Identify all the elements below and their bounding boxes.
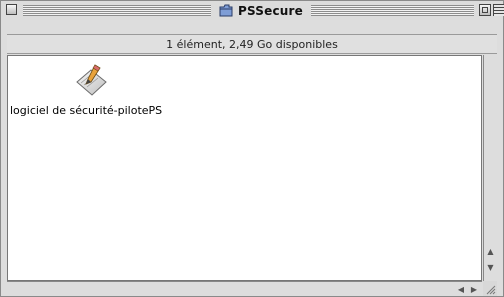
file-item-label: logiciel de sécurité-pilotePS	[10, 104, 163, 117]
horizontal-scrollbar[interactable]: ◀ ▶	[7, 281, 482, 296]
resize-grip-icon[interactable]	[483, 281, 497, 296]
content-area[interactable]: logiciel de sécurité-pilotePS	[7, 55, 482, 281]
close-box-icon[interactable]	[6, 4, 17, 15]
title-bar[interactable]: PSSecure	[1, 1, 504, 20]
installer-document-icon[interactable]	[73, 62, 109, 98]
title-bar-stripes-right	[311, 5, 474, 16]
scroll-left-arrow-icon[interactable]: ◀	[454, 282, 468, 296]
title-bar-stripes-left	[23, 5, 211, 16]
disk-info-text: 1 élément, 2,49 Go disponibles	[166, 37, 338, 51]
scroll-right-arrow-icon[interactable]: ▶	[467, 282, 481, 296]
finder-window: PSSecure 1 élément, 2,49 Go disponibles	[0, 0, 504, 297]
collapse-box-icon[interactable]	[493, 4, 504, 16]
file-item[interactable]: logiciel de sécurité-pilotePS	[10, 62, 185, 124]
vertical-scrollbar[interactable]: ▲ ▼	[483, 55, 497, 281]
folder-icon	[219, 4, 233, 17]
window-info-bar: 1 élément, 2,49 Go disponibles	[7, 34, 497, 54]
window-title: PSSecure	[238, 3, 303, 18]
window-title-area: PSSecure	[213, 2, 309, 19]
zoom-box-icon[interactable]	[479, 4, 491, 16]
scroll-up-arrow-icon[interactable]: ▲	[484, 244, 497, 258]
scroll-down-arrow-icon[interactable]: ▼	[484, 260, 497, 274]
